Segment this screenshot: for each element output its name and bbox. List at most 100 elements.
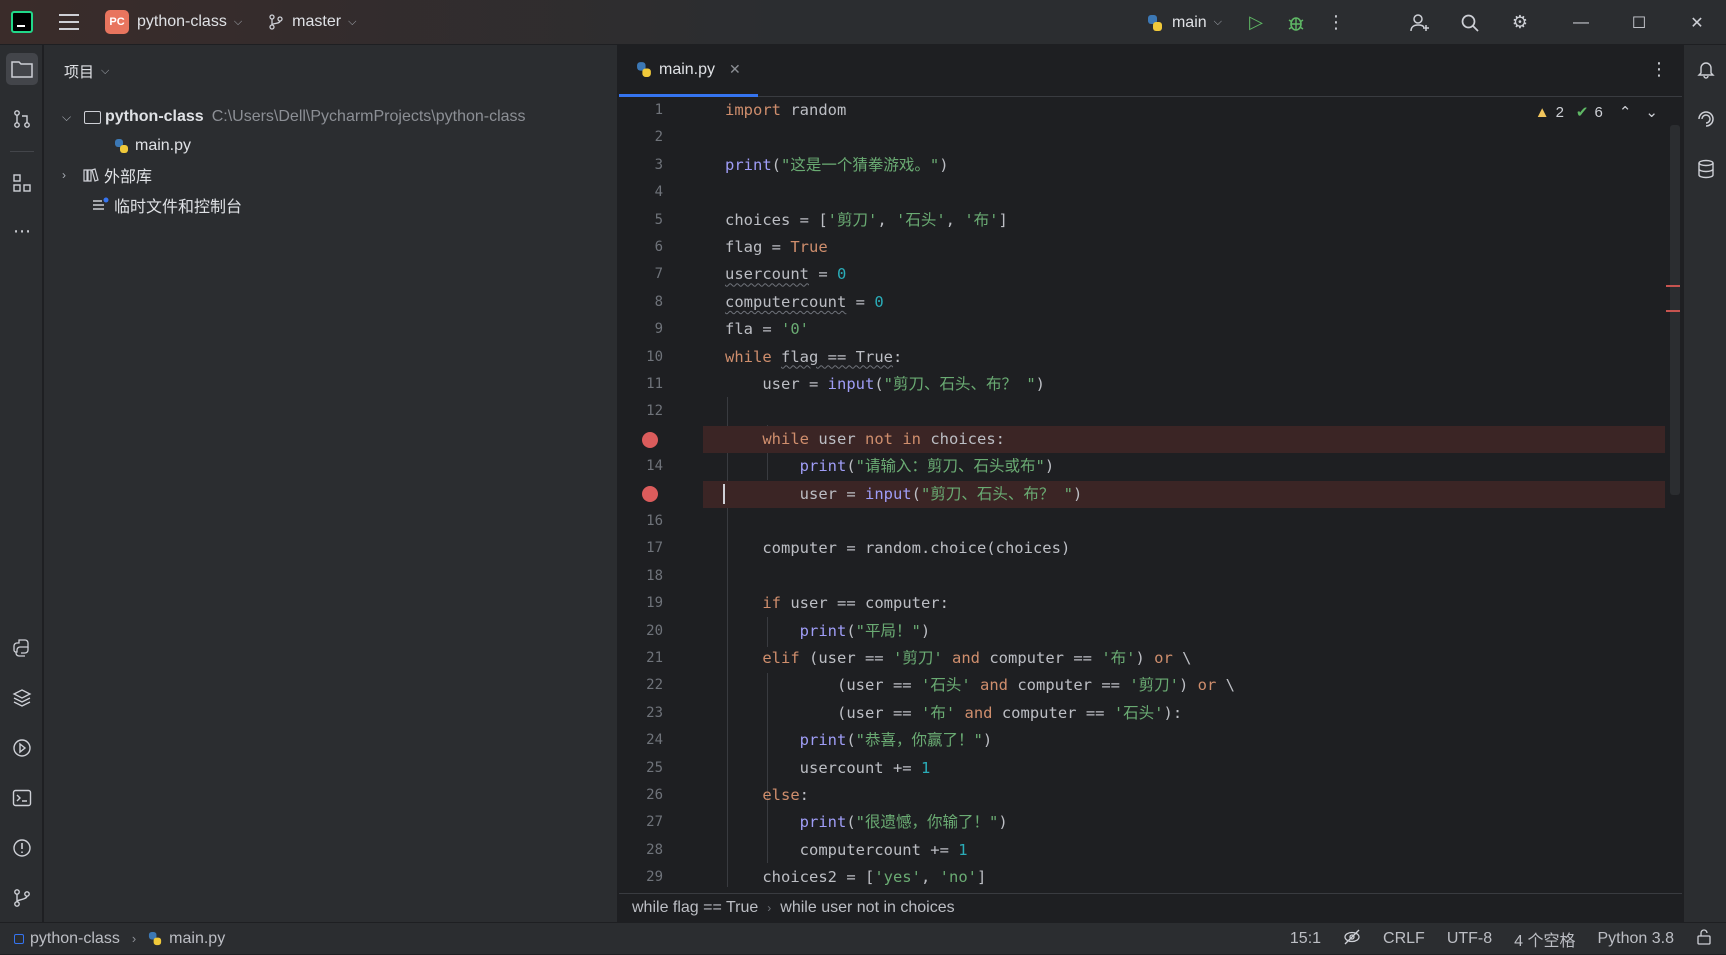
tab-options-icon[interactable]: ⋮ xyxy=(1650,59,1668,80)
chevron-right-icon[interactable]: › xyxy=(62,168,78,182)
project-switcher[interactable]: PC python-class ⌵ xyxy=(79,0,242,45)
indent-setting[interactable]: 4 个空格 xyxy=(1514,927,1575,951)
tree-item-main-py[interactable]: main.py xyxy=(114,133,191,159)
project-view-selector[interactable]: 项目 ⌵ xyxy=(64,61,109,82)
commit-icon[interactable] xyxy=(6,103,38,135)
code-line-17: computer = random.choice(choices) xyxy=(725,539,1071,558)
breakpoint-icon[interactable] xyxy=(642,431,658,448)
code-line-10: while flag == True: xyxy=(725,347,903,366)
python-file-icon xyxy=(115,139,128,153)
line-number: 14 xyxy=(646,458,663,475)
breadcrumb-item[interactable]: while flag == True xyxy=(632,899,758,917)
branch-switcher[interactable]: master ⌵ xyxy=(242,0,356,45)
more-actions-icon[interactable]: ⋮ xyxy=(1320,7,1352,39)
terminal-icon[interactable] xyxy=(6,782,38,814)
lock-icon[interactable] xyxy=(1696,928,1712,950)
project-folder-icon[interactable] xyxy=(6,53,38,85)
line-number: 3 xyxy=(654,156,663,173)
chevron-right-icon: › xyxy=(131,931,137,946)
line-number: 18 xyxy=(646,567,663,584)
tree-item-scratches[interactable]: 临时文件和控制台 xyxy=(92,192,242,218)
left-tool-strip: ⋯ xyxy=(0,45,43,922)
line-number: 7 xyxy=(654,266,663,283)
code-line-21: elif (user == '剪刀' and computer == '布') … xyxy=(762,649,1192,667)
python-interpreter[interactable]: Python 3.8 xyxy=(1598,930,1675,948)
line-number: 26 xyxy=(646,787,663,803)
python-file-icon xyxy=(149,931,162,946)
code-line-8: computercount = 0 xyxy=(725,292,884,311)
cursor-position[interactable]: 15:1 xyxy=(1290,930,1321,948)
chevron-down-icon: ⌵ xyxy=(348,15,357,28)
git-icon[interactable] xyxy=(6,882,38,914)
project-badge: PC xyxy=(105,10,129,34)
search-icon[interactable] xyxy=(1454,7,1486,39)
status-project-name[interactable]: python-class xyxy=(30,930,120,948)
line-number: 10 xyxy=(646,348,663,365)
code-line-13: while user not in choices: xyxy=(703,425,1665,454)
code-line-7: usercount = 0 xyxy=(725,265,847,284)
hide-highlighting-icon[interactable] xyxy=(1343,929,1361,950)
add-user-icon[interactable] xyxy=(1404,7,1436,39)
problems-icon[interactable] xyxy=(6,832,38,864)
database-icon[interactable] xyxy=(1690,153,1722,185)
main-menu-icon[interactable] xyxy=(59,14,79,30)
line-number: 4 xyxy=(654,184,663,201)
run-icon[interactable]: ▷ xyxy=(1240,7,1272,39)
code-line-28: computercount += 1 xyxy=(799,840,968,859)
python-packages-icon[interactable] xyxy=(6,682,38,714)
close-tab-icon[interactable]: ✕ xyxy=(729,61,741,78)
code-area[interactable]: import random print("这是一个猜拳游戏。") choices… xyxy=(703,97,1665,887)
pycharm-logo-icon[interactable] xyxy=(11,11,33,33)
debug-icon[interactable] xyxy=(1280,7,1312,39)
chevron-expanded-icon[interactable]: ⌵ xyxy=(62,110,78,125)
right-tool-strip xyxy=(1683,45,1726,922)
breakpoint-icon[interactable] xyxy=(642,486,658,503)
editor-area: main.py ✕ ⋮ 1 2 3 4 5 6 7 8 9 10 11 12 14 16 17 18 19 20 2… xyxy=(619,45,1682,922)
line-number: 20 xyxy=(646,622,663,639)
line-number: 22 xyxy=(646,677,663,694)
line-number: 11 xyxy=(646,376,663,392)
run-config-selector[interactable]: main ⌵ xyxy=(1146,0,1222,45)
more-tools-icon[interactable]: ⋯ xyxy=(6,215,38,247)
tree-item-project-root[interactable]: ⌵ python-class C:\Users\Dell\PycharmProj… xyxy=(62,104,526,130)
line-number: 29 xyxy=(646,869,663,886)
line-separator[interactable]: CRLF xyxy=(1383,930,1425,948)
breadcrumb-item[interactable]: while user not in choices xyxy=(780,899,954,917)
code-line-26: else: xyxy=(762,786,809,804)
minimize-window-icon[interactable]: — xyxy=(1552,0,1610,45)
services-icon[interactable] xyxy=(6,732,38,764)
inspection-widget[interactable]: ▲ 2 ✔ 6 ⌃ ⌄ xyxy=(1535,103,1658,122)
ok-count: 6 xyxy=(1594,103,1603,121)
scratches-icon xyxy=(93,197,109,210)
file-encoding[interactable]: UTF-8 xyxy=(1447,930,1492,948)
file-name: main.py xyxy=(135,137,192,154)
line-number: 8 xyxy=(654,293,663,310)
notifications-bell-icon[interactable] xyxy=(1690,53,1722,85)
line-number: 23 xyxy=(646,704,663,721)
next-highlight-icon[interactable]: ⌄ xyxy=(1645,103,1658,121)
library-icon xyxy=(83,168,99,182)
code-line-14: print("请输入：剪刀、石头或布") xyxy=(799,457,1055,476)
structure-icon[interactable] xyxy=(6,167,38,199)
line-number-gutter[interactable]: 1 2 3 4 5 6 7 8 9 10 11 12 14 16 17 18 19 20 21 22 23 24 25 26 2… xyxy=(619,97,703,887)
line-number: 25 xyxy=(646,759,663,776)
line-number: 5 xyxy=(654,211,663,228)
settings-gear-icon[interactable]: ⚙ xyxy=(1504,7,1536,39)
maximize-window-icon[interactable]: ☐ xyxy=(1610,0,1668,45)
editor-tabs: main.py ✕ ⋮ xyxy=(619,45,1682,97)
close-window-icon[interactable]: ✕ xyxy=(1668,0,1726,45)
ai-assistant-icon[interactable] xyxy=(1690,103,1722,135)
line-number: 19 xyxy=(646,595,663,612)
error-stripe-mark[interactable] xyxy=(1666,285,1680,287)
tab-label: main.py xyxy=(659,60,716,78)
previous-highlight-icon[interactable]: ⌃ xyxy=(1619,103,1632,121)
tab-main-py[interactable]: main.py ✕ xyxy=(619,45,758,97)
python-console-icon[interactable] xyxy=(6,632,38,664)
status-file-name[interactable]: main.py xyxy=(169,930,225,948)
line-number: 24 xyxy=(646,732,663,749)
git-branch-icon xyxy=(269,14,283,30)
chevron-right-icon: › xyxy=(767,901,772,915)
tree-item-external-libraries[interactable]: › 外部库 xyxy=(62,162,152,188)
error-stripe-mark[interactable] xyxy=(1666,310,1680,312)
line-number: 1 xyxy=(654,102,663,118)
